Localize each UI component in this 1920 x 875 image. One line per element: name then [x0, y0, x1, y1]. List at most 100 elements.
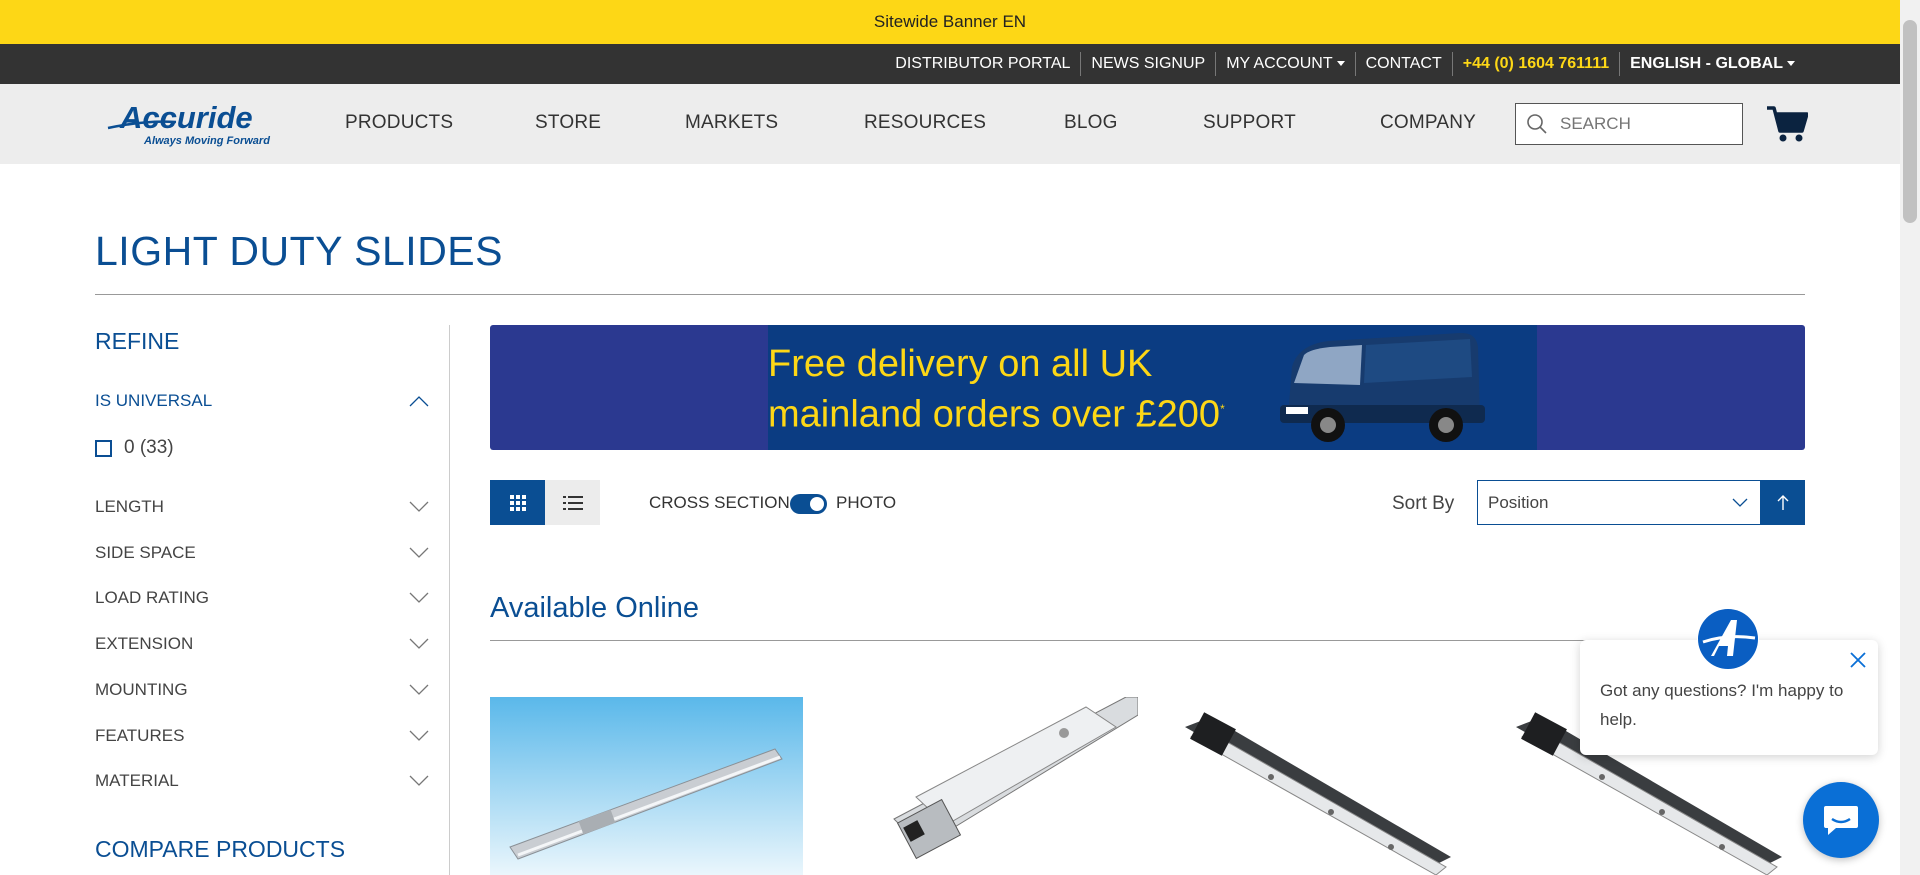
- svg-text:Always Moving Forward: Always Moving Forward: [143, 135, 270, 147]
- list-view-button[interactable]: [545, 480, 600, 525]
- filter-material[interactable]: MATERIAL: [95, 766, 429, 796]
- chevron-down-icon: [409, 501, 429, 512]
- promo-line-1: Free delivery on all UK: [768, 343, 1153, 385]
- chat-icon: [1824, 806, 1858, 835]
- sort-value: Position: [1488, 492, 1549, 512]
- main-header: Accuride Always Moving Forward PRODUCTS …: [0, 84, 1900, 164]
- distributor-portal-link[interactable]: DISTRIBUTOR PORTAL: [885, 52, 1082, 76]
- caret-down-icon: [1336, 61, 1345, 67]
- sort-by-label: Sort By: [1392, 493, 1455, 514]
- chevron-down-icon: [409, 684, 429, 695]
- filter-option-universal[interactable]: 0 (33): [95, 437, 174, 459]
- my-account-dropdown[interactable]: MY ACCOUNT: [1216, 52, 1356, 76]
- nav-markets[interactable]: MARKETS: [685, 112, 778, 134]
- language-label: ENGLISH - GLOBAL: [1630, 55, 1783, 72]
- filter-side-space[interactable]: SIDE SPACE: [95, 538, 429, 568]
- delivery-van-image: [1280, 332, 1485, 442]
- nav-resources[interactable]: RESOURCES: [864, 112, 986, 134]
- filter-label: SIDE SPACE: [95, 543, 196, 562]
- chat-launcher-button[interactable]: [1803, 782, 1879, 858]
- filter-is-universal[interactable]: IS UNIVERSAL: [95, 386, 429, 416]
- nav-store[interactable]: STORE: [535, 112, 601, 134]
- filter-extension[interactable]: EXTENSION: [95, 629, 429, 659]
- search-icon[interactable]: [1526, 113, 1548, 135]
- utility-bar: DISTRIBUTOR PORTAL NEWS SIGNUP MY ACCOUN…: [0, 44, 1900, 84]
- cross-section-label: CROSS SECTION: [649, 493, 790, 512]
- scrollbar-thumb[interactable]: [1903, 20, 1917, 223]
- promo-line-2: mainland orders over £200*: [768, 387, 1225, 438]
- chat-message: Got any questions? I'm happy to help.: [1600, 681, 1844, 729]
- caret-down-icon: [1787, 61, 1795, 67]
- search-input[interactable]: [1558, 113, 1732, 135]
- chevron-down-icon: [409, 547, 429, 558]
- cart-icon: [1767, 106, 1809, 142]
- filter-checkbox[interactable]: [95, 439, 112, 457]
- filter-label: IS UNIVERSAL: [95, 391, 213, 410]
- cart-button[interactable]: [1766, 105, 1809, 148]
- promo-banner[interactable]: Free delivery on all UK mainland orders …: [490, 325, 1805, 450]
- photo-label: PHOTO: [836, 493, 897, 512]
- filter-label: LENGTH: [95, 497, 164, 516]
- nav-support[interactable]: SUPPORT: [1203, 112, 1296, 134]
- product-image: [1185, 712, 1451, 875]
- filter-load-rating[interactable]: LOAD RATING: [95, 583, 429, 613]
- product-card[interactable]: [490, 697, 803, 875]
- sitewide-banner: Sitewide Banner EN: [0, 0, 1900, 44]
- filter-label: FEATURES: [95, 726, 185, 745]
- compare-products-heading: COMPARE PRODUCTS: [95, 836, 346, 862]
- logo-graphic: Accuride Always Moving Forward: [107, 100, 270, 147]
- chevron-up-icon: [409, 396, 429, 407]
- arrow-up-icon: [1777, 494, 1788, 510]
- sort-direction-button[interactable]: [1760, 480, 1805, 525]
- chevron-down-icon: [409, 775, 429, 786]
- news-signup-label: NEWS SIGNUP: [1091, 55, 1206, 72]
- chevron-down-icon: [1732, 498, 1748, 507]
- chat-agent-avatar: [1697, 608, 1759, 670]
- phone-link[interactable]: +44 (0) 1604 761111: [1453, 52, 1621, 76]
- chevron-down-icon: [409, 638, 429, 649]
- grid-view-button[interactable]: [490, 480, 545, 525]
- view-mode-toggle: [490, 480, 600, 525]
- filter-label: LOAD RATING: [95, 588, 209, 607]
- page-title: LIGHT DUTY SLIDES: [95, 228, 503, 274]
- promo-text: Free delivery on all UK mainland orders …: [768, 342, 1225, 438]
- filter-mounting[interactable]: MOUNTING: [95, 675, 429, 705]
- phone-number: +44 (0) 1604 761111: [1462, 55, 1610, 72]
- svg-text:Accuride: Accuride: [119, 100, 253, 135]
- nav-blog[interactable]: BLOG: [1064, 112, 1118, 134]
- chevron-down-icon: [409, 730, 429, 741]
- refine-heading: REFINE: [95, 328, 180, 354]
- filter-label: MATERIAL: [95, 771, 179, 790]
- contact-label: CONTACT: [1365, 55, 1442, 72]
- filter-label: MOUNTING: [95, 680, 188, 699]
- filter-length[interactable]: LENGTH: [95, 492, 429, 522]
- nav-products[interactable]: PRODUCTS: [345, 112, 453, 134]
- switch-knob: [810, 497, 824, 511]
- search-box: [1515, 103, 1743, 145]
- product-image: [490, 697, 803, 875]
- grid-icon: [509, 494, 526, 511]
- promo-footnote-mark: *: [1220, 402, 1225, 416]
- filter-label: EXTENSION: [95, 634, 194, 653]
- accuride-a-icon: [1698, 609, 1758, 669]
- list-icon: [562, 495, 583, 510]
- section-title: Available Online: [490, 592, 700, 624]
- product-card[interactable]: [1181, 697, 1451, 875]
- distributor-portal-label: DISTRIBUTOR PORTAL: [895, 55, 1071, 72]
- promo-line-2-text: mainland orders over £200: [768, 393, 1221, 436]
- nav-company[interactable]: COMPANY: [1380, 112, 1476, 134]
- sort-select[interactable]: Position: [1477, 480, 1761, 525]
- image-mode-switch[interactable]: [790, 494, 827, 514]
- filter-features[interactable]: FEATURES: [95, 721, 429, 751]
- contact-link[interactable]: CONTACT: [1356, 52, 1453, 76]
- product-card[interactable]: [886, 697, 1138, 875]
- chevron-down-icon: [409, 592, 429, 603]
- news-signup-link[interactable]: NEWS SIGNUP: [1081, 52, 1217, 76]
- my-account-label: MY ACCOUNT: [1226, 55, 1333, 72]
- banner-text: Sitewide Banner EN: [873, 12, 1027, 31]
- product-image: [893, 697, 1138, 860]
- language-selector[interactable]: ENGLISH - GLOBAL: [1620, 52, 1805, 76]
- close-icon[interactable]: [1848, 650, 1868, 670]
- sidebar-divider: [449, 325, 450, 875]
- accuride-logo[interactable]: Accuride Always Moving Forward: [106, 98, 296, 150]
